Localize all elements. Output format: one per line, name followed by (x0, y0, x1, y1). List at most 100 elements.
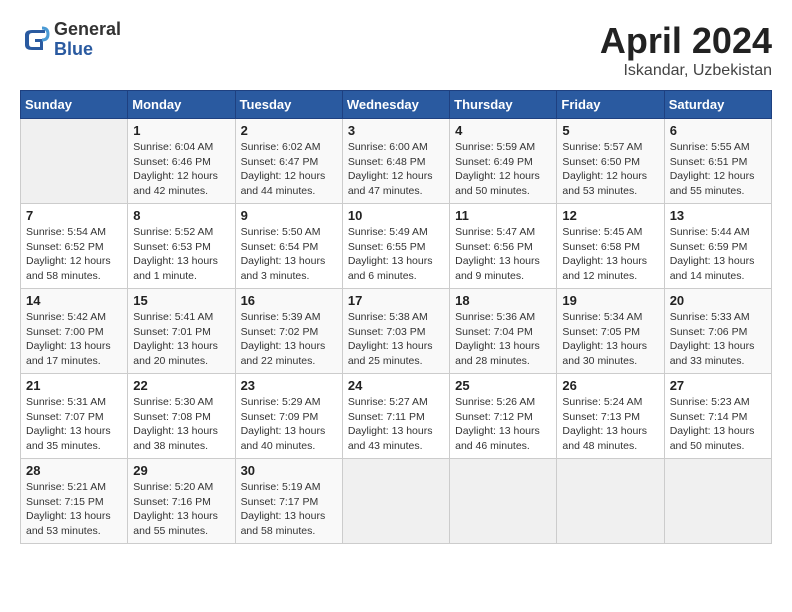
col-header-thursday: Thursday (450, 91, 557, 119)
calendar-cell: 15 Sunrise: 5:41 AM Sunset: 7:01 PM Dayli… (128, 289, 235, 374)
logo-blue: Blue (54, 40, 121, 60)
header-row: SundayMondayTuesdayWednesdayThursdayFrid… (21, 91, 772, 119)
day-number: 19 (562, 293, 658, 308)
logo: General Blue (20, 20, 121, 60)
day-info: Sunrise: 5:47 AM Sunset: 6:56 PM Dayligh… (455, 225, 551, 284)
calendar-cell: 21 Sunrise: 5:31 AM Sunset: 7:07 PM Dayli… (21, 374, 128, 459)
week-row-2: 7 Sunrise: 5:54 AM Sunset: 6:52 PM Daylig… (21, 204, 772, 289)
calendar-cell: 22 Sunrise: 5:30 AM Sunset: 7:08 PM Dayli… (128, 374, 235, 459)
day-info: Sunrise: 5:36 AM Sunset: 7:04 PM Dayligh… (455, 310, 551, 369)
calendar-cell (450, 459, 557, 544)
day-info: Sunrise: 5:55 AM Sunset: 6:51 PM Dayligh… (670, 140, 766, 199)
day-info: Sunrise: 5:45 AM Sunset: 6:58 PM Dayligh… (562, 225, 658, 284)
calendar-cell: 26Sunrise: 5:24 AM Sunset: 7:13 PM Dayli… (557, 374, 664, 459)
day-info: Sunrise: 5:29 AM Sunset: 7:09 PM Dayligh… (241, 395, 337, 454)
day-number: 12 (562, 208, 658, 223)
logo-text: General Blue (54, 20, 121, 60)
calendar-cell: 5 Sunrise: 5:57 AM Sunset: 6:50 PM Daylig… (557, 119, 664, 204)
day-number: 30 (241, 463, 337, 478)
day-number: 9 (241, 208, 337, 223)
page-header: General Blue April 2024 Iskandar, Uzbeki… (20, 20, 772, 80)
calendar-cell (342, 459, 449, 544)
day-number: 5 (562, 123, 658, 138)
calendar-cell: 29 Sunrise: 5:20 AM Sunset: 7:16 PM Dayli… (128, 459, 235, 544)
day-info: Sunrise: 6:02 AM Sunset: 6:47 PM Dayligh… (241, 140, 337, 199)
day-info: Sunrise: 5:52 AM Sunset: 6:53 PM Dayligh… (133, 225, 229, 284)
day-number: 7 (26, 208, 122, 223)
day-number: 28 (26, 463, 122, 478)
day-info: Sunrise: 5:54 AM Sunset: 6:52 PM Dayligh… (26, 225, 122, 284)
calendar-cell: 6 Sunrise: 5:55 AM Sunset: 6:51 PM Daylig… (664, 119, 771, 204)
day-info: Sunrise: 5:19 AM Sunset: 7:17 PM Dayligh… (241, 480, 337, 539)
day-number: 21 (26, 378, 122, 393)
calendar-cell: 2 Sunrise: 6:02 AM Sunset: 6:47 PM Daylig… (235, 119, 342, 204)
calendar-cell: 14 Sunrise: 5:42 AM Sunset: 7:00 PM Dayli… (21, 289, 128, 374)
day-number: 29 (133, 463, 229, 478)
week-row-1: 1 Sunrise: 6:04 AM Sunset: 6:46 PM Daylig… (21, 119, 772, 204)
calendar-cell: 23 Sunrise: 5:29 AM Sunset: 7:09 PM Dayli… (235, 374, 342, 459)
col-header-wednesday: Wednesday (342, 91, 449, 119)
day-number: 26 (562, 378, 658, 393)
calendar-cell: 27Sunrise: 5:23 AM Sunset: 7:14 PM Dayli… (664, 374, 771, 459)
day-info: Sunrise: 5:41 AM Sunset: 7:01 PM Dayligh… (133, 310, 229, 369)
day-number: 6 (670, 123, 766, 138)
col-header-friday: Friday (557, 91, 664, 119)
day-info: Sunrise: 5:21 AM Sunset: 7:15 PM Dayligh… (26, 480, 122, 539)
day-info: Sunrise: 5:42 AM Sunset: 7:00 PM Dayligh… (26, 310, 122, 369)
calendar-cell: 17 Sunrise: 5:38 AM Sunset: 7:03 PM Dayli… (342, 289, 449, 374)
calendar-cell: 18Sunrise: 5:36 AM Sunset: 7:04 PM Dayli… (450, 289, 557, 374)
day-number: 15 (133, 293, 229, 308)
day-number: 8 (133, 208, 229, 223)
day-number: 17 (348, 293, 444, 308)
calendar-cell: 19 Sunrise: 5:34 AM Sunset: 7:05 PM Dayli… (557, 289, 664, 374)
day-info: Sunrise: 5:27 AM Sunset: 7:11 PM Dayligh… (348, 395, 444, 454)
week-row-4: 21 Sunrise: 5:31 AM Sunset: 7:07 PM Dayli… (21, 374, 772, 459)
calendar-cell (664, 459, 771, 544)
day-info: Sunrise: 5:59 AM Sunset: 6:49 PM Dayligh… (455, 140, 551, 199)
week-row-5: 28 Sunrise: 5:21 AM Sunset: 7:15 PM Dayli… (21, 459, 772, 544)
col-header-saturday: Saturday (664, 91, 771, 119)
day-number: 11 (455, 208, 551, 223)
day-info: Sunrise: 5:34 AM Sunset: 7:05 PM Dayligh… (562, 310, 658, 369)
calendar-cell: 25 Sunrise: 5:26 AM Sunset: 7:12 PM Dayli… (450, 374, 557, 459)
calendar-cell: 10Sunrise: 5:49 AM Sunset: 6:55 PM Dayli… (342, 204, 449, 289)
title-block: April 2024 Iskandar, Uzbekistan (600, 20, 772, 80)
day-number: 23 (241, 378, 337, 393)
day-number: 4 (455, 123, 551, 138)
day-info: Sunrise: 5:23 AM Sunset: 7:14 PM Dayligh… (670, 395, 766, 454)
day-info: Sunrise: 5:31 AM Sunset: 7:07 PM Dayligh… (26, 395, 122, 454)
calendar-cell: 4 Sunrise: 5:59 AM Sunset: 6:49 PM Daylig… (450, 119, 557, 204)
calendar-cell: 24 Sunrise: 5:27 AM Sunset: 7:11 PM Dayli… (342, 374, 449, 459)
calendar-cell: 30 Sunrise: 5:19 AM Sunset: 7:17 PM Dayli… (235, 459, 342, 544)
day-number: 24 (348, 378, 444, 393)
day-number: 2 (241, 123, 337, 138)
month-title: April 2024 (600, 20, 772, 62)
calendar-cell (21, 119, 128, 204)
day-info: Sunrise: 6:00 AM Sunset: 6:48 PM Dayligh… (348, 140, 444, 199)
calendar-cell: 1 Sunrise: 6:04 AM Sunset: 6:46 PM Daylig… (128, 119, 235, 204)
day-number: 14 (26, 293, 122, 308)
day-number: 1 (133, 123, 229, 138)
day-number: 22 (133, 378, 229, 393)
calendar-cell: 11 Sunrise: 5:47 AM Sunset: 6:56 PM Dayli… (450, 204, 557, 289)
col-header-tuesday: Tuesday (235, 91, 342, 119)
day-number: 25 (455, 378, 551, 393)
day-info: Sunrise: 5:26 AM Sunset: 7:12 PM Dayligh… (455, 395, 551, 454)
calendar-table: SundayMondayTuesdayWednesdayThursdayFrid… (20, 90, 772, 544)
day-info: Sunrise: 5:30 AM Sunset: 7:08 PM Dayligh… (133, 395, 229, 454)
day-info: Sunrise: 5:44 AM Sunset: 6:59 PM Dayligh… (670, 225, 766, 284)
day-info: Sunrise: 5:20 AM Sunset: 7:16 PM Dayligh… (133, 480, 229, 539)
day-number: 20 (670, 293, 766, 308)
calendar-cell: 9Sunrise: 5:50 AM Sunset: 6:54 PM Daylig… (235, 204, 342, 289)
calendar-cell: 12 Sunrise: 5:45 AM Sunset: 6:58 PM Dayli… (557, 204, 664, 289)
day-info: Sunrise: 6:04 AM Sunset: 6:46 PM Dayligh… (133, 140, 229, 199)
day-info: Sunrise: 5:57 AM Sunset: 6:50 PM Dayligh… (562, 140, 658, 199)
day-info: Sunrise: 5:49 AM Sunset: 6:55 PM Dayligh… (348, 225, 444, 284)
location: Iskandar, Uzbekistan (600, 62, 772, 80)
calendar-cell (557, 459, 664, 544)
calendar-cell: 7 Sunrise: 5:54 AM Sunset: 6:52 PM Daylig… (21, 204, 128, 289)
calendar-cell: 28 Sunrise: 5:21 AM Sunset: 7:15 PM Dayli… (21, 459, 128, 544)
day-info: Sunrise: 5:38 AM Sunset: 7:03 PM Dayligh… (348, 310, 444, 369)
calendar-cell: 8 Sunrise: 5:52 AM Sunset: 6:53 PM Daylig… (128, 204, 235, 289)
col-header-sunday: Sunday (21, 91, 128, 119)
